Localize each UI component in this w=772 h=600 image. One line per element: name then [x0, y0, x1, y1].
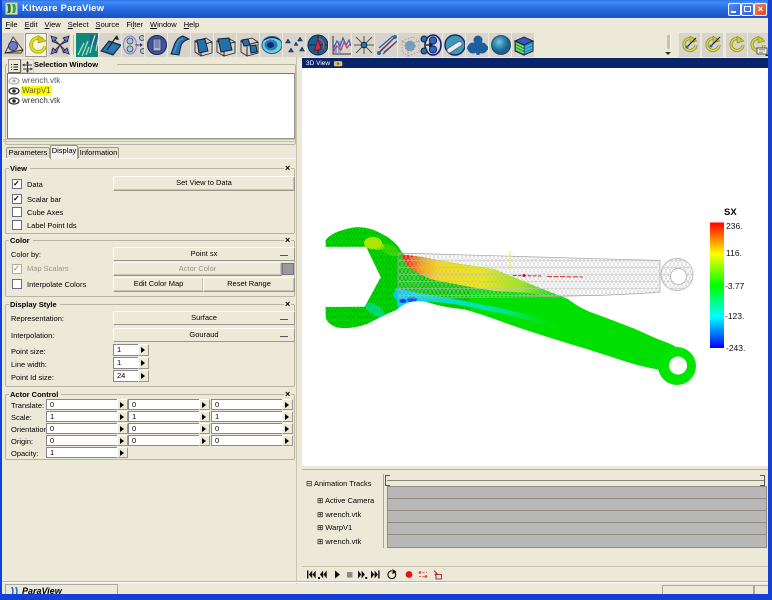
svg-text:-243.: -243.	[726, 343, 745, 353]
svg-text:-3.77: -3.77	[725, 281, 745, 291]
svg-text:236.: 236.	[726, 221, 743, 231]
svg-text:-123.: -123.	[725, 311, 744, 321]
svg-text:116.: 116.	[726, 248, 742, 258]
svg-text:SX: SX	[724, 207, 737, 218]
